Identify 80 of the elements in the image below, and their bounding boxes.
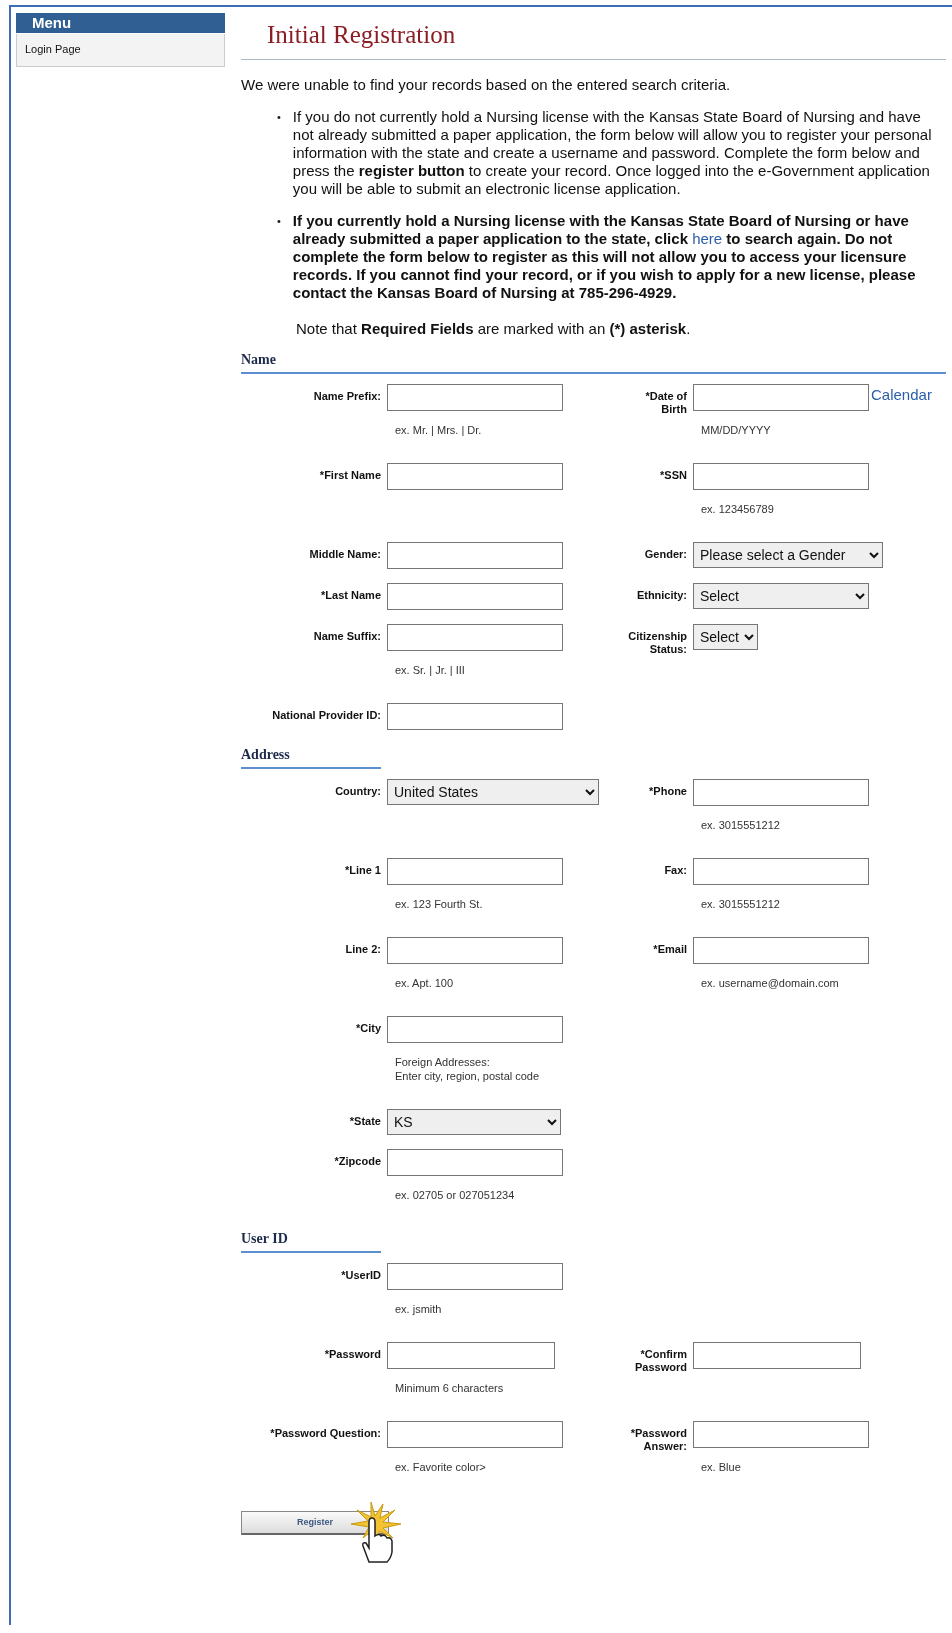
page-title: Initial Registration bbox=[267, 20, 457, 50]
section-heading: Name bbox=[241, 348, 946, 374]
here-link[interactable]: here bbox=[692, 230, 723, 247]
field-label: *UserID bbox=[340, 1267, 381, 1282]
instruction-text: If you currently hold a Nursing license with the Kansas State Board of Nursing or have already submitted a paper application to the state, click here to search again. Do not complete the form below to register as this will not allow you to access your licensure records. If you cannot find your record, or if you wish to apply for a new license, please contact the Kansas Board of Nursing at 785-296-4929. bbox=[292, 212, 917, 302]
input-field[interactable] bbox=[387, 1015, 563, 1043]
hint-text: ex. Favorite color> bbox=[394, 1459, 486, 1474]
hint-text: MM/DD/YYYY bbox=[700, 422, 771, 437]
password-field[interactable] bbox=[387, 1341, 555, 1369]
input-field[interactable] bbox=[387, 541, 563, 569]
hint-text: ex. username@domain.com bbox=[700, 975, 839, 990]
field-label: *Password Question: bbox=[269, 1425, 381, 1440]
field-label: *Date of Birth bbox=[644, 389, 687, 416]
input-field[interactable] bbox=[387, 582, 563, 610]
password-field[interactable] bbox=[693, 1341, 861, 1369]
hint-text: ex. Mr. | Mrs. | Dr. bbox=[394, 422, 482, 437]
input-field[interactable] bbox=[387, 462, 563, 490]
bullet-marker: • bbox=[277, 214, 281, 229]
hint-text: ex. 3015551212 bbox=[700, 817, 780, 832]
input-field[interactable] bbox=[693, 1420, 869, 1448]
input-field[interactable] bbox=[387, 1420, 563, 1448]
input-field[interactable] bbox=[387, 702, 563, 730]
instruction-text: If you do not currently hold a Nursing license with the Kansas State Board of Nursing and have not already submitted a paper application, the form below will allow you to register your personal information with the state and create a username and password. Complete the form below and press the register button to create your record. Once logged into the e-Government application you will be able to submit an electronic license application. bbox=[292, 108, 933, 198]
section-heading: User ID bbox=[241, 1227, 381, 1253]
hint-text: Enter city, region, postal code bbox=[394, 1068, 540, 1083]
field-label: *First Name bbox=[318, 467, 381, 482]
hint-text: ex. 123 Fourth St. bbox=[394, 896, 483, 911]
field-label: *Zipcode bbox=[333, 1153, 381, 1168]
input-field[interactable] bbox=[387, 936, 563, 964]
field-label: Line 2: bbox=[344, 941, 381, 956]
hint-text: ex. 02705 or 027051234 bbox=[394, 1187, 515, 1202]
field-label: Citizenship Status: bbox=[627, 629, 687, 656]
hint-text: Foreign Addresses: bbox=[394, 1054, 491, 1069]
calendar-link[interactable]: Calendar bbox=[871, 383, 932, 406]
field-label: *City bbox=[354, 1020, 381, 1035]
field-label: Ethnicity: bbox=[636, 588, 687, 602]
menu-link[interactable]: Login Page bbox=[16, 34, 225, 67]
hint-text: Minimum 6 characters bbox=[394, 1380, 504, 1395]
dropdown[interactable]: United States bbox=[387, 778, 599, 805]
input-field[interactable] bbox=[387, 1148, 563, 1176]
field-label: *Confirm Password bbox=[634, 1347, 687, 1374]
field-label: *Email bbox=[653, 942, 687, 956]
hint-text: ex. jsmith bbox=[394, 1301, 442, 1316]
field-label: *Last Name bbox=[320, 587, 381, 602]
input-field[interactable] bbox=[693, 383, 869, 411]
field-label: Gender: bbox=[644, 547, 687, 561]
field-label: *Phone bbox=[649, 784, 687, 798]
field-label: Name Prefix: bbox=[312, 388, 381, 403]
input-field[interactable] bbox=[693, 778, 869, 806]
field-label: *Line 1 bbox=[343, 862, 381, 877]
hint-text: ex. 3015551212 bbox=[700, 896, 780, 911]
field-label: Country: bbox=[334, 783, 381, 798]
field-label: *Password Answer: bbox=[629, 1426, 687, 1453]
dropdown[interactable]: Select bbox=[693, 582, 869, 609]
hint-text: ex. Blue bbox=[700, 1459, 741, 1474]
field-label: National Provider ID: bbox=[271, 707, 381, 722]
intro-text: We were unable to find your records based on the entered search criteria. bbox=[241, 76, 732, 94]
input-field[interactable] bbox=[693, 462, 869, 490]
hint-text: ex. Apt. 100 bbox=[394, 975, 454, 990]
field-label: *SSN bbox=[660, 468, 687, 482]
field-label: Fax: bbox=[664, 863, 687, 877]
field-label: *State bbox=[348, 1113, 381, 1128]
hint-text: ex. Sr. | Jr. | III bbox=[394, 662, 465, 677]
input-field[interactable] bbox=[387, 383, 563, 411]
required-note: Note that Required Fields are marked with an (*) asterisk. bbox=[295, 319, 692, 339]
hint-text: ex. 123456789 bbox=[700, 501, 774, 516]
input-field[interactable] bbox=[693, 936, 869, 964]
input-field[interactable] bbox=[387, 1262, 563, 1290]
field-label: Middle Name: bbox=[308, 546, 381, 561]
field-label: *Password bbox=[323, 1346, 381, 1361]
field-label: Name Suffix: bbox=[312, 628, 381, 643]
section-heading: Address bbox=[241, 743, 381, 769]
input-field[interactable] bbox=[387, 623, 563, 651]
input-field[interactable] bbox=[693, 857, 869, 885]
menu-header: Menu bbox=[16, 13, 225, 34]
input-field[interactable] bbox=[387, 857, 563, 885]
dropdown[interactable]: Please select a Gender bbox=[693, 541, 883, 568]
bullet-marker: • bbox=[277, 110, 281, 125]
dropdown[interactable]: KS bbox=[387, 1108, 561, 1135]
dropdown[interactable]: Select bbox=[693, 623, 758, 650]
